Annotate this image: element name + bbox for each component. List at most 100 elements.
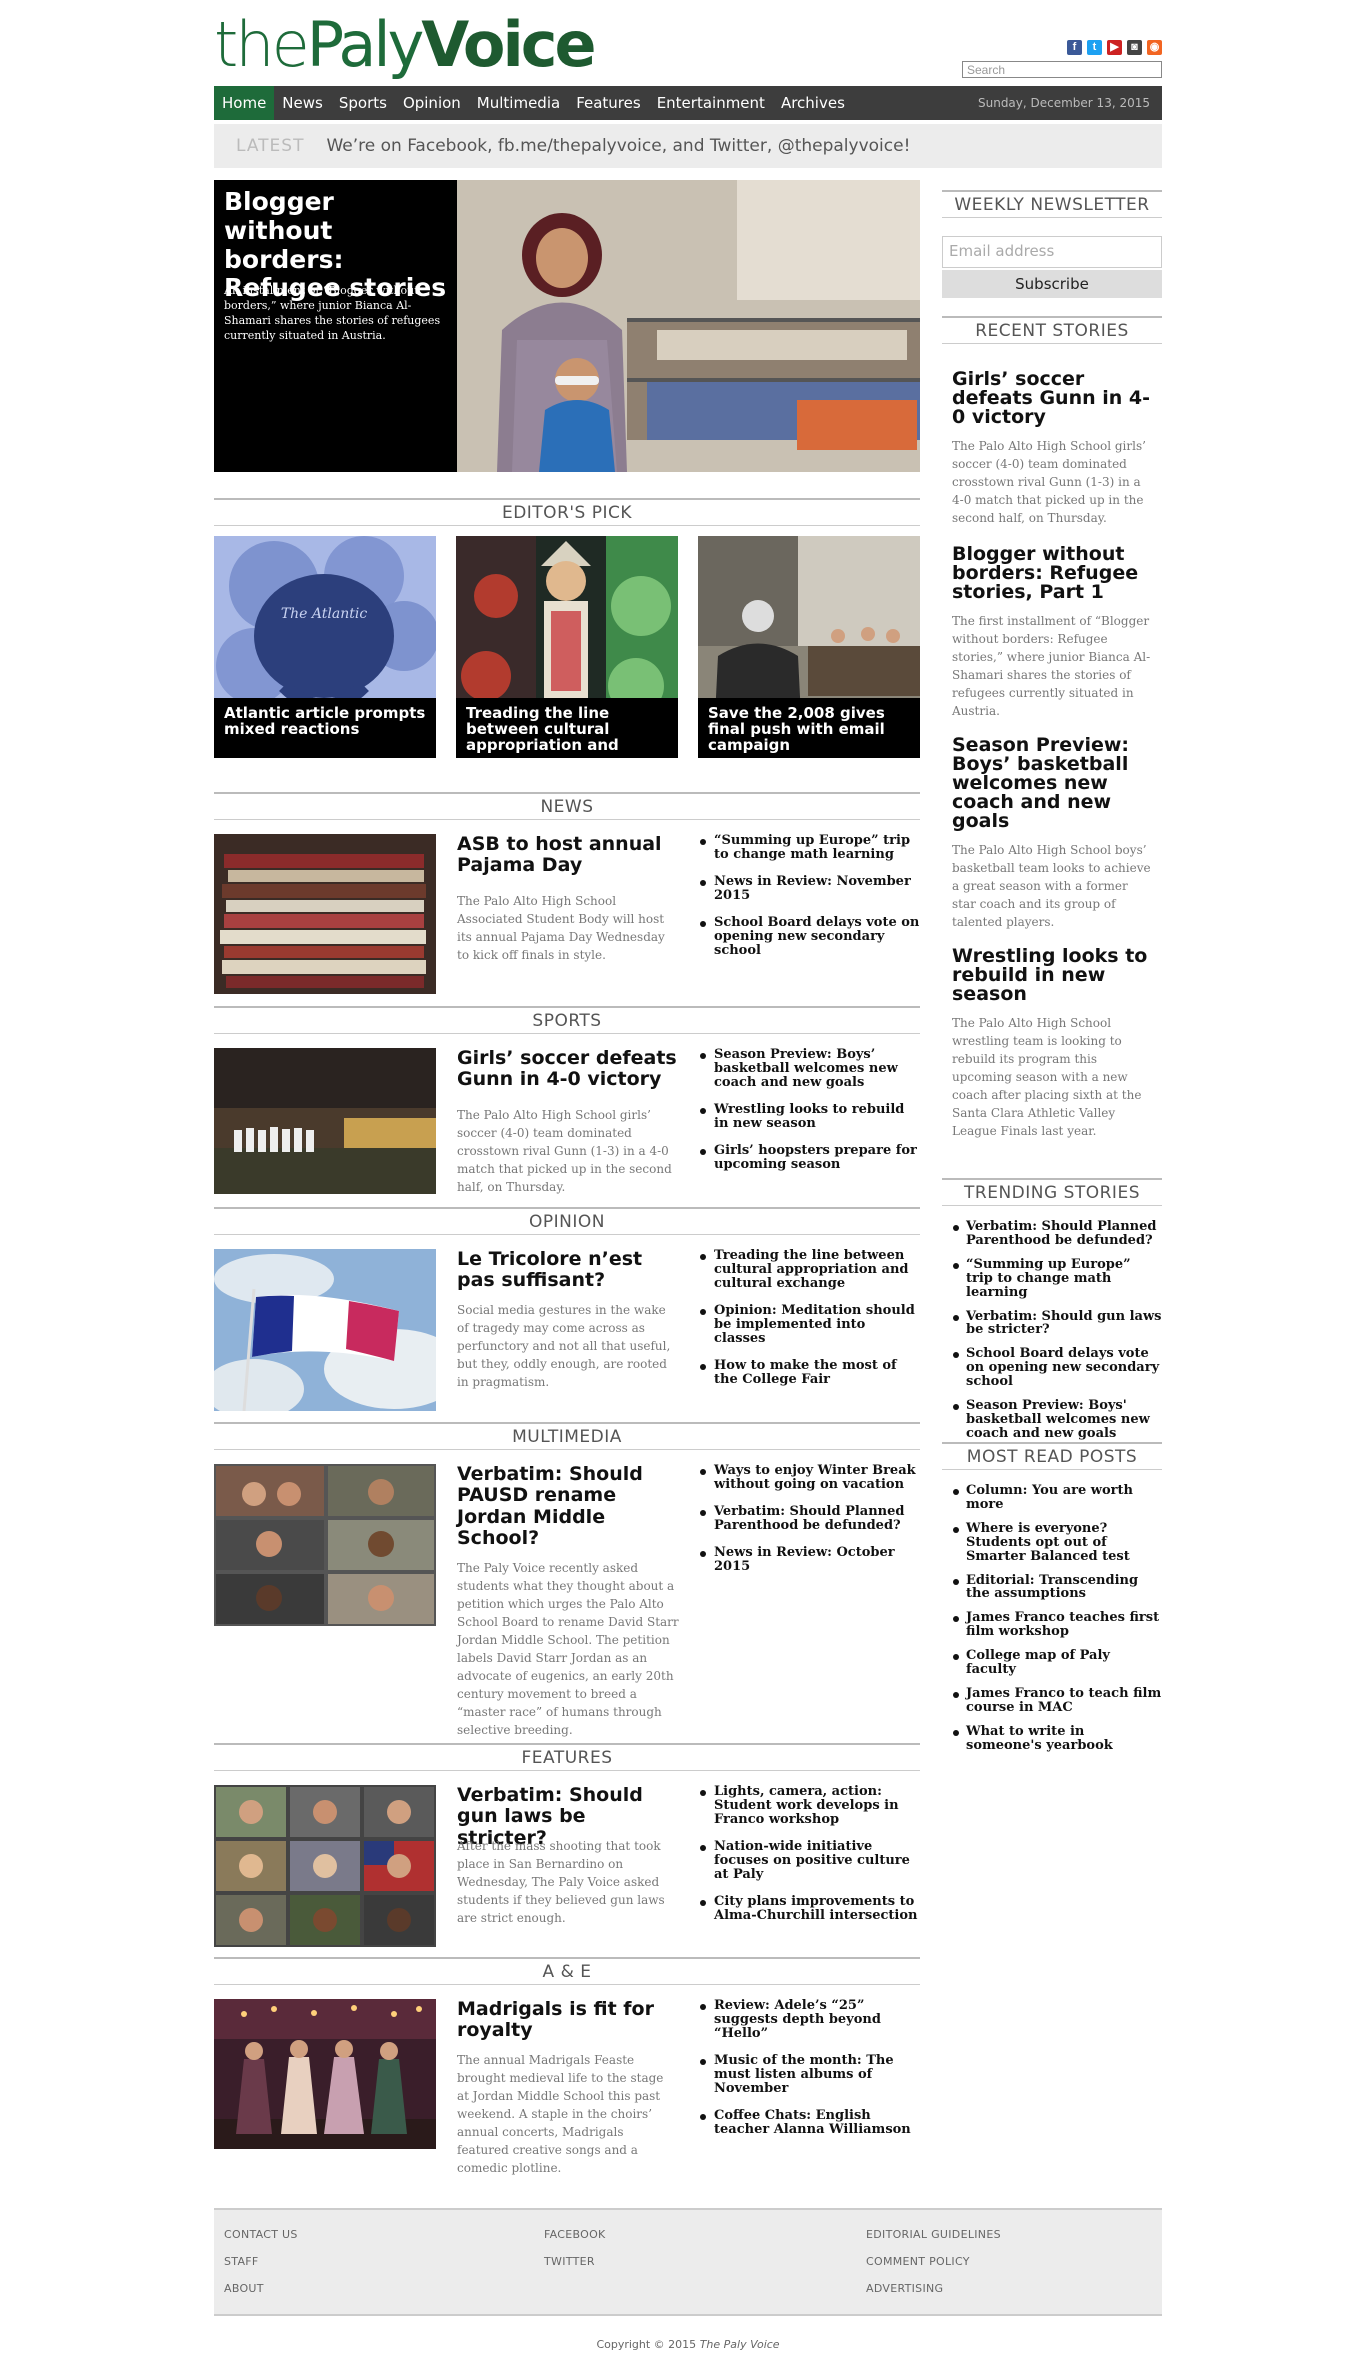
- footer-col-contact: CONTACT US STAFF ABOUT: [224, 2228, 298, 2309]
- footer-link-contact[interactable]: CONTACT US: [224, 2228, 298, 2255]
- editors-pick-caption[interactable]: Treading the line between cultural appro…: [456, 698, 678, 758]
- sports-description: The Palo Alto High School girls’ soccer …: [457, 1108, 672, 1194]
- features-thumbnail[interactable]: [214, 1785, 436, 1947]
- multimedia-thumbnail[interactable]: [214, 1464, 436, 1626]
- features-description: After the mass shooting that took place …: [457, 1839, 665, 1925]
- recent-story[interactable]: Girls’ soccer defeats Gunn in 4-0 victor…: [952, 370, 1154, 527]
- nav-date: Sunday, December 13, 2015: [977, 96, 1150, 110]
- nav-news[interactable]: News: [274, 86, 331, 120]
- hero-feature[interactable]: Blogger without borders: Refugee stories…: [214, 180, 920, 472]
- footer-link-facebook[interactable]: FACEBOOK: [544, 2228, 606, 2255]
- most-read-item[interactable]: What to write in someone's yearbook: [952, 1724, 1162, 1753]
- trending-item[interactable]: Season Preview: Boys' basketball welcome…: [952, 1399, 1162, 1441]
- recent-story[interactable]: Season Preview: Boys’ basketball welcome…: [952, 736, 1154, 931]
- editors-pick-caption[interactable]: Atlantic article prompts mixed reactions: [214, 698, 436, 758]
- editors-pick-caption[interactable]: Save the 2,008 gives final push with ema…: [698, 698, 920, 758]
- sports-related-link[interactable]: Season Preview: Boys’ basketball welcome…: [698, 1047, 920, 1090]
- ae-related-list: Review: Adele’s “25” suggests depth beyo…: [698, 1998, 920, 2150]
- site-logo[interactable]: thePalyVoice: [214, 14, 597, 76]
- twitter-icon[interactable]: t: [1087, 40, 1102, 55]
- ae-thumbnail[interactable]: [214, 1999, 436, 2149]
- recent-story-title[interactable]: Blogger without borders: Refugee stories…: [952, 545, 1154, 602]
- subscribe-button[interactable]: Subscribe: [942, 270, 1162, 298]
- features-related-link[interactable]: Nation-wide initiative focuses on positi…: [698, 1840, 920, 1882]
- ae-title[interactable]: Madrigals is fit for royalty: [457, 1998, 679, 2042]
- footer-link-twitter[interactable]: TWITTER: [544, 2255, 606, 2282]
- opinion-title[interactable]: Le Tricolore n’est pas suffisant?: [457, 1248, 679, 1292]
- opinion-related-link[interactable]: How to make the most of the College Fair: [698, 1359, 920, 1387]
- news-heading: NEWS: [214, 792, 920, 820]
- recent-story[interactable]: Wrestling looks to rebuild in new season…: [952, 947, 1154, 1140]
- editors-pick-item-appropriation[interactable]: Treading the line between cultural appro…: [456, 536, 678, 758]
- multimedia-title[interactable]: Verbatim: Should PAUSD rename Jordan Mid…: [457, 1463, 679, 1549]
- most-read-item[interactable]: College map of Paly faculty: [952, 1649, 1162, 1677]
- trending-item[interactable]: School Board delays vote on opening new …: [952, 1347, 1162, 1389]
- nav-archives[interactable]: Archives: [773, 86, 853, 120]
- youtube-icon[interactable]: ▶: [1107, 40, 1122, 55]
- email-field[interactable]: Email address: [942, 236, 1162, 268]
- footer-link-comment-policy[interactable]: COMMENT POLICY: [866, 2255, 1001, 2282]
- nav-entertainment[interactable]: Entertainment: [649, 86, 773, 120]
- instagram-icon[interactable]: ◙: [1127, 40, 1142, 55]
- recent-story[interactable]: Blogger without borders: Refugee stories…: [952, 545, 1154, 720]
- multimedia-related-link[interactable]: Verbatim: Should Planned Parenthood be d…: [698, 1505, 920, 1533]
- news-related-link[interactable]: News in Review: November 2015: [698, 875, 920, 903]
- editors-pick-heading: EDITOR'S PICK: [214, 498, 920, 526]
- nav-sports[interactable]: Sports: [331, 86, 395, 120]
- nav-opinion[interactable]: Opinion: [395, 86, 469, 120]
- footer-col-social: FACEBOOK TWITTER: [544, 2228, 606, 2282]
- features-related-link[interactable]: City plans improvements to Alma-Churchil…: [698, 1895, 920, 1923]
- search-input[interactable]: Search: [962, 61, 1162, 78]
- rss-icon[interactable]: ◉: [1147, 40, 1162, 55]
- ae-related-link[interactable]: Music of the month: The must listen albu…: [698, 2054, 920, 2096]
- most-read-item[interactable]: Where is everyone? Students opt out of S…: [952, 1521, 1162, 1564]
- recent-stories-heading: RECENT STORIES: [942, 316, 1162, 344]
- nav-home[interactable]: Home: [214, 86, 275, 120]
- logo-paly: Paly: [306, 8, 425, 81]
- footer-link-about[interactable]: ABOUT: [224, 2282, 298, 2309]
- news-thumbnail[interactable]: [214, 834, 436, 994]
- editors-pick-item-atlantic[interactable]: The Atlantic Atlantic article prompts mi…: [214, 536, 436, 758]
- news-related-link[interactable]: “Summing up Europe” trip to change math …: [698, 833, 920, 862]
- most-read-item[interactable]: Column: You are worth more: [952, 1484, 1162, 1512]
- recent-story-description: The Palo Alto High School wrestling team…: [952, 1016, 1142, 1138]
- recent-story-title[interactable]: Wrestling looks to rebuild in new season: [952, 947, 1154, 1004]
- opinion-related-link[interactable]: Treading the line between cultural appro…: [698, 1248, 920, 1291]
- sports-thumbnail[interactable]: [214, 1048, 436, 1194]
- ae-related-link[interactable]: Coffee Chats: English teacher Alanna Wil…: [698, 2109, 920, 2137]
- facebook-icon[interactable]: f: [1067, 40, 1082, 55]
- most-read-item[interactable]: James Franco teaches first film workshop: [952, 1611, 1162, 1639]
- copyright: Copyright © 2015 The Paly Voice: [214, 2338, 1162, 2351]
- nav-multimedia[interactable]: Multimedia: [469, 86, 568, 120]
- multimedia-related-link[interactable]: Ways to enjoy Winter Break without going…: [698, 1463, 920, 1492]
- hero-image[interactable]: [457, 180, 920, 472]
- recent-story-title[interactable]: Season Preview: Boys’ basketball welcome…: [952, 736, 1154, 831]
- features-related-link[interactable]: Lights, camera, action: Student work dev…: [698, 1784, 920, 1827]
- most-read-item[interactable]: Editorial: Transcending the assumptions: [952, 1573, 1162, 1602]
- footer-link-editorial-guidelines[interactable]: EDITORIAL GUIDELINES: [866, 2228, 1001, 2255]
- news-title[interactable]: ASB to host annual Pajama Day: [457, 833, 679, 877]
- social-links: f t ▶ ◙ ◉: [1067, 40, 1162, 55]
- opinion-related-link[interactable]: Opinion: Meditation should be implemente…: [698, 1304, 920, 1346]
- recent-story-description: The Palo Alto High School boys’ basketba…: [952, 843, 1151, 929]
- most-read-item[interactable]: James Franco to teach film course in MAC: [952, 1687, 1162, 1715]
- trending-item[interactable]: Verbatim: Should Planned Parenthood be d…: [952, 1220, 1162, 1248]
- opinion-thumbnail[interactable]: [214, 1249, 436, 1411]
- sports-related-link[interactable]: Girls’ hoopsters prepare for upcoming se…: [698, 1144, 920, 1172]
- sports-title[interactable]: Girls’ soccer defeats Gunn in 4-0 victor…: [457, 1047, 679, 1091]
- multimedia-related-link[interactable]: News in Review: October 2015: [698, 1546, 920, 1574]
- most-read-list: Column: You are worth more Where is ever…: [952, 1484, 1162, 1763]
- opinion-heading: OPINION: [214, 1207, 920, 1235]
- recent-story-title[interactable]: Girls’ soccer defeats Gunn in 4-0 victor…: [952, 370, 1154, 427]
- news-related-link[interactable]: School Board delays vote on opening new …: [698, 916, 920, 958]
- latest-text[interactable]: We’re on Facebook, fb.me/thepalyvoice, a…: [326, 136, 910, 156]
- ae-related-link[interactable]: Review: Adele’s “25” suggests depth beyo…: [698, 1998, 920, 2041]
- sports-related-link[interactable]: Wrestling looks to rebuild in new season: [698, 1103, 920, 1131]
- trending-item[interactable]: Verbatim: Should gun laws be stricter?: [952, 1309, 1162, 1338]
- opinion-related-list: Treading the line between cultural appro…: [698, 1248, 920, 1400]
- editors-pick-item-save-2008[interactable]: Save the 2,008 gives final push with ema…: [698, 536, 920, 758]
- nav-features[interactable]: Features: [568, 86, 649, 120]
- footer-link-staff[interactable]: STAFF: [224, 2255, 298, 2282]
- footer-link-advertising[interactable]: ADVERTISING: [866, 2282, 1001, 2309]
- trending-item[interactable]: “Summing up Europe” trip to change math …: [952, 1257, 1162, 1300]
